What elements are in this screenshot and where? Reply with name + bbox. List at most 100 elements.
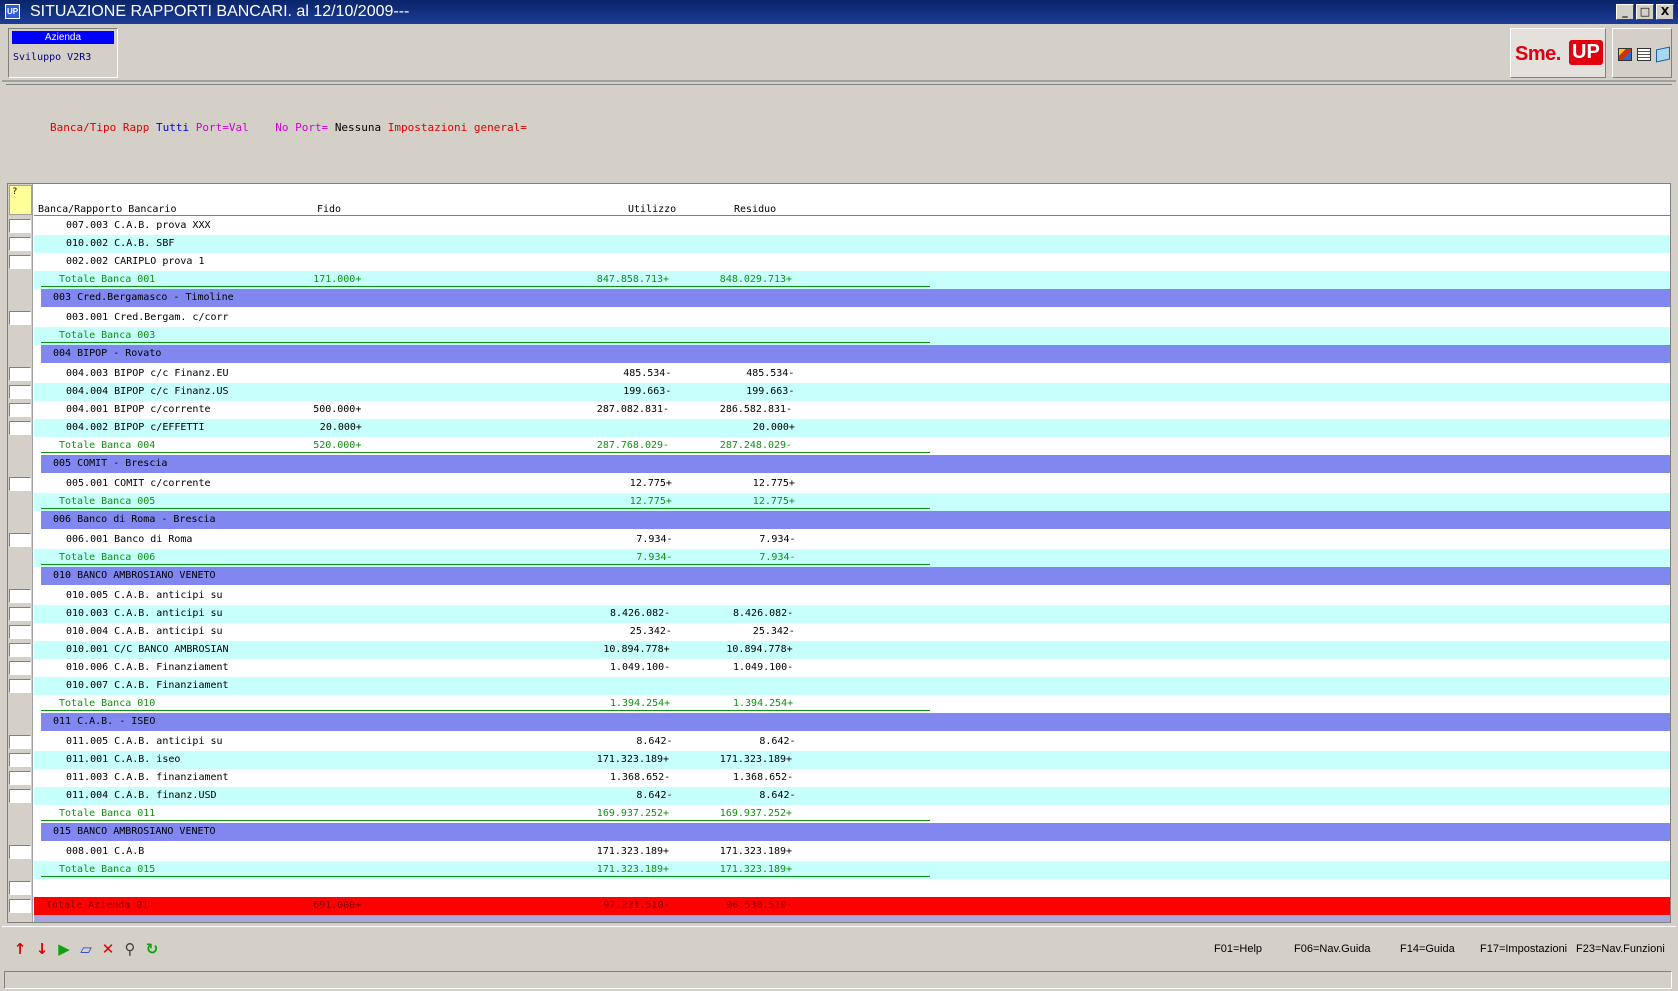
col-header-utilizzo[interactable]: Utilizzo xyxy=(628,204,676,215)
utilizzo-value: 12.775+ xyxy=(629,478,672,489)
row-select-checkbox[interactable] xyxy=(9,607,31,621)
function-key-5[interactable]: F23=Nav.Funzioni xyxy=(1576,943,1665,955)
row-cell[interactable] xyxy=(34,769,1670,787)
refresh-icon[interactable]: ↻ xyxy=(144,941,160,957)
row-cell[interactable] xyxy=(34,605,1670,623)
row-cell[interactable] xyxy=(34,587,1670,605)
filter-line: Banca/Tipo Rapp Tutti Port=Val No Port= … xyxy=(50,121,527,139)
eraser-icon[interactable]: ▱ xyxy=(78,941,94,957)
utilizzo-value: 10.894.778+ xyxy=(603,644,670,655)
row-select-checkbox[interactable] xyxy=(9,643,31,657)
table-row: 010.005 C.A.B. anticipi su xyxy=(8,587,1670,605)
row-select-checkbox[interactable] xyxy=(9,625,31,639)
row-cell[interactable] xyxy=(34,309,1670,327)
account-label: 010.003 C.A.B. anticipi su xyxy=(66,608,223,619)
port-filter-label[interactable]: Port=Val xyxy=(196,121,249,134)
residuo-value: 12.775+ xyxy=(752,496,795,507)
row-select-checkbox[interactable] xyxy=(9,533,31,547)
utilizzo-value: 169.937.252+ xyxy=(596,808,670,819)
row-cell[interactable] xyxy=(34,383,1670,401)
grid-rows: 007.003 C.A.B. prova XXX 010.002 C.A.B. S… xyxy=(8,217,1670,922)
banca-filter-value[interactable]: Tutti xyxy=(156,121,189,134)
total-underline xyxy=(41,564,930,565)
row-cell[interactable] xyxy=(34,365,1670,383)
account-label: 010.004 C.A.B. anticipi su xyxy=(66,626,223,637)
residuo-value: 171.323.189+ xyxy=(719,846,793,857)
maximize-button[interactable]: □ xyxy=(1636,4,1654,20)
row-select-checkbox[interactable] xyxy=(9,789,31,803)
total-label: Totale Banca 015 xyxy=(59,864,156,875)
row-select-checkbox[interactable] xyxy=(9,219,31,233)
row-cell[interactable] xyxy=(34,253,1670,271)
row-select-checkbox[interactable] xyxy=(9,753,31,767)
row-cell[interactable] xyxy=(34,475,1670,493)
row-cell[interactable] xyxy=(34,641,1670,659)
col-header-banca[interactable]: Banca/Rapporto Bancario xyxy=(38,204,176,215)
row-select-checkbox[interactable] xyxy=(9,845,31,859)
row-select-checkbox[interactable] xyxy=(9,237,31,251)
table-row: 011.001 C.A.B. iseo 171.323.189+ 171.323.1… xyxy=(8,751,1670,769)
account-label: 010.005 C.A.B. anticipi su xyxy=(66,590,223,601)
fido-value: 500.000+ xyxy=(313,404,362,415)
function-key-4[interactable]: F17=Impostazioni xyxy=(1480,943,1567,955)
row-select-checkbox[interactable] xyxy=(9,679,31,693)
row-cell[interactable] xyxy=(34,843,1670,861)
table-row: 004.004 BIPOP c/c Finanz.US 199.663- 199.6… xyxy=(8,383,1670,401)
list-icon[interactable] xyxy=(1637,48,1651,61)
total-label: Totale Banca 010 xyxy=(59,698,156,709)
row-select-checkbox[interactable] xyxy=(9,771,31,785)
row-cell[interactable] xyxy=(34,733,1670,751)
play-icon[interactable]: ▶ xyxy=(56,941,72,957)
row-select-checkbox[interactable] xyxy=(9,403,31,417)
utilizzo-value: 8.426.082- xyxy=(610,608,671,619)
table-row: 010.002 C.A.B. SBF xyxy=(8,235,1670,253)
row-select-checkbox[interactable] xyxy=(9,881,31,895)
function-key-2[interactable]: F06=Nav.Guida xyxy=(1294,943,1371,955)
row-select-checkbox[interactable] xyxy=(9,735,31,749)
row-cell[interactable] xyxy=(34,677,1670,695)
minimize-button[interactable]: _ xyxy=(1616,4,1634,20)
utilizzo-value: 97.221.510- xyxy=(603,900,670,911)
function-key-3[interactable]: F14=Guida xyxy=(1400,943,1455,955)
arrow-down-icon[interactable]: ↓ xyxy=(34,941,50,957)
row-select-checkbox[interactable] xyxy=(9,421,31,435)
row-cell[interactable] xyxy=(34,531,1670,549)
row-select-checkbox[interactable] xyxy=(9,589,31,603)
arrow-up-icon[interactable]: ↑ xyxy=(12,941,28,957)
row-select-checkbox[interactable] xyxy=(9,367,31,381)
search-icon[interactable]: ⚲ xyxy=(122,941,138,957)
account-label: 005.001 COMIT c/corrente xyxy=(66,478,211,489)
table-row: 007.003 C.A.B. prova XXX xyxy=(8,217,1670,235)
function-key-1[interactable]: F01=Help xyxy=(1214,943,1262,955)
row-select-checkbox[interactable] xyxy=(9,477,31,491)
close-icon[interactable]: ✕ xyxy=(100,941,116,957)
impostazioni-label[interactable]: Impostazioni general= xyxy=(388,121,527,134)
row-select-checkbox[interactable] xyxy=(9,385,31,399)
row-cell[interactable] xyxy=(34,787,1670,805)
row-cell[interactable] xyxy=(34,401,1670,419)
book-icon[interactable] xyxy=(1656,46,1670,63)
row-cell[interactable] xyxy=(34,623,1670,641)
noport-filter-value[interactable]: Nessuna xyxy=(335,121,381,134)
col-header-fido[interactable]: Fido xyxy=(317,204,341,215)
account-label: 004.001 BIPOP c/corrente xyxy=(66,404,211,415)
residuo-value: 848.029.713+ xyxy=(719,274,793,285)
row-cell[interactable] xyxy=(34,217,1670,235)
row-cell[interactable] xyxy=(34,419,1670,437)
corner-help[interactable]: ? xyxy=(9,185,32,215)
row-select-checkbox[interactable] xyxy=(9,311,31,325)
table-row: 010.004 C.A.B. anticipi su 25.342- 25.342- xyxy=(8,623,1670,641)
row-select-checkbox[interactable] xyxy=(9,661,31,675)
row-select-checkbox[interactable] xyxy=(9,255,31,269)
residuo-value: 485.534- xyxy=(746,368,795,379)
row-cell[interactable] xyxy=(34,751,1670,769)
col-header-residuo[interactable]: Residuo xyxy=(734,204,776,215)
residuo-value: 171.323.189+ xyxy=(719,754,793,765)
bank-total-row: Totale Banca 005 12.775+ 12.775+ xyxy=(8,493,1670,511)
palette-icon[interactable] xyxy=(1618,48,1632,61)
row-cell xyxy=(41,823,1670,841)
row-cell[interactable] xyxy=(34,235,1670,253)
close-window-button[interactable]: X xyxy=(1656,4,1674,20)
row-cell[interactable] xyxy=(34,659,1670,677)
row-select-checkbox[interactable] xyxy=(9,899,31,913)
